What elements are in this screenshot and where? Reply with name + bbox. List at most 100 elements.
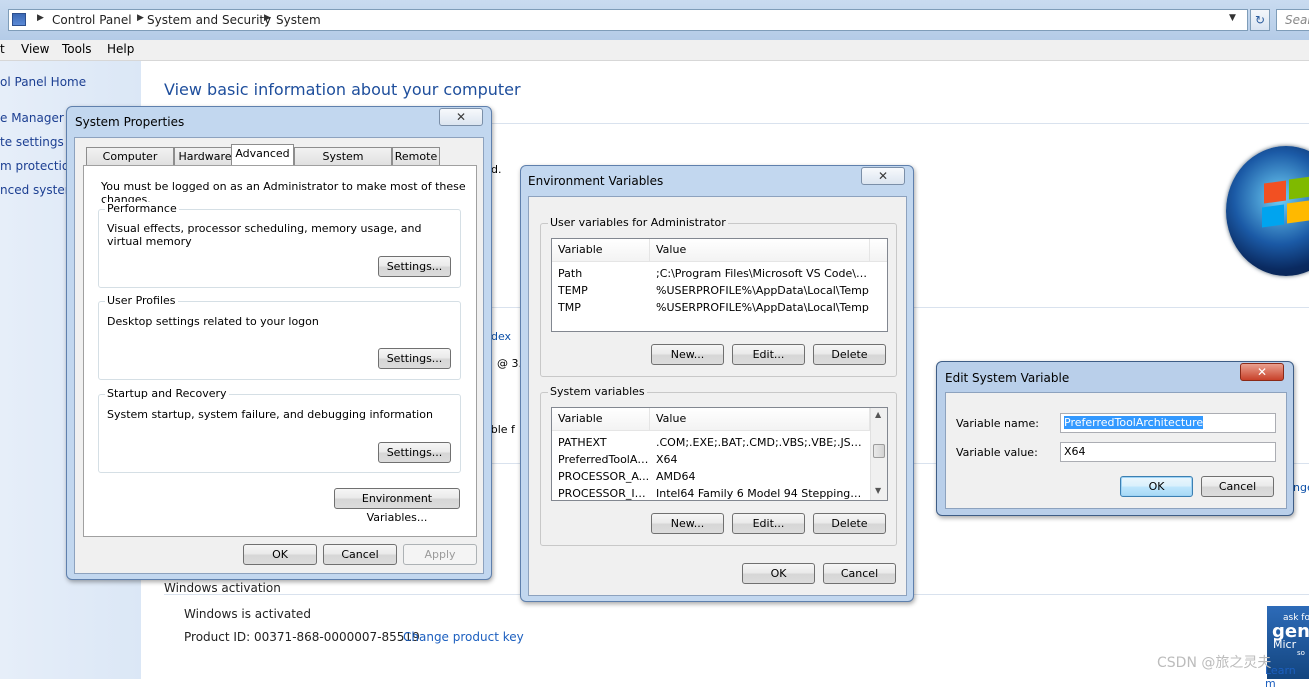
ok-button[interactable]: OK [243,544,317,565]
advanced-system-settings-link[interactable]: nced system [0,183,76,197]
variable-name-label: Variable name: [956,417,1039,430]
cancel-button[interactable]: Cancel [823,563,896,584]
menu-edit[interactable]: t [0,42,5,56]
learn-more-link[interactable]: Learn m [1265,664,1309,690]
variable-value-field[interactable]: X64 [1060,442,1276,462]
device-manager-link[interactable]: e Manager [0,111,64,125]
system-variables-label: System variables [548,385,647,398]
column-header-variable[interactable]: Variable [552,239,650,261]
performance-settings-button[interactable]: Settings... [378,256,451,277]
close-button[interactable]: ✕ [861,167,905,185]
breadcrumb-system-and-security[interactable]: System and Security [147,13,271,27]
control-panel-home-link[interactable]: ol Panel Home [0,75,86,89]
dialog-body: Computer Name Hardware Advanced System P… [74,137,484,574]
variable-name-cell: PROCESSOR_ID... [558,487,650,500]
user-new-button[interactable]: New... [651,344,724,365]
user-profiles-settings-button[interactable]: Settings... [378,348,451,369]
variable-name-cell: TEMP [558,284,588,297]
search-input[interactable]: Sear [1276,9,1309,31]
user-profiles-description: Desktop settings related to your logon [107,315,319,328]
menu-tools[interactable]: Tools [62,42,92,56]
tab-advanced[interactable]: Advanced [231,144,294,165]
breadcrumb-control-panel[interactable]: Control Panel [52,13,132,27]
apply-button[interactable]: Apply [403,544,477,565]
vertical-scrollbar[interactable]: ▲ ▼ [870,408,887,500]
dialog-body: Variable name: PreferredToolArchitecture… [945,392,1287,509]
list-header: Variable Value [552,239,887,262]
close-icon: ✕ [1256,365,1268,379]
table-row[interactable]: PATHEXT .COM;.EXE;.BAT;.CMD;.VBS;.VBE;.J… [552,434,870,451]
chevron-right-icon[interactable]: ▶ [137,13,144,23]
refresh-icon: ↻ [1254,13,1266,27]
dialog-title: Edit System Variable [945,371,1070,385]
flag-green [1289,176,1309,200]
system-delete-button[interactable]: Delete [813,513,886,534]
selected-text: PreferredToolArchitecture [1064,416,1204,429]
refresh-button[interactable]: ↻ [1250,9,1270,31]
variable-value-cell: X64 [656,453,678,466]
flag-red [1264,180,1286,204]
table-row[interactable]: TMP %USERPROFILE%\AppData\Local\Temp [552,299,887,316]
column-header-variable[interactable]: Variable [552,408,650,430]
system-variables-group: System variables Variable Value PATHEXT … [540,385,897,546]
table-row[interactable]: PreferredToolAr... X64 [552,451,870,468]
close-icon: ✕ [455,110,467,124]
change-settings-link-fragment[interactable]: nge [1293,481,1309,494]
table-row[interactable]: Path ;C:\Program Files\Microsoft VS Code… [552,265,887,282]
variable-name-cell: PROCESSOR_A... [558,470,650,483]
scroll-down-icon[interactable]: ▼ [875,486,881,495]
scroll-thumb[interactable] [873,444,885,458]
menu-view[interactable]: View [21,42,49,56]
breadcrumb[interactable]: ▶ Control Panel ▶ System and Security ▶ … [8,9,1248,31]
close-button[interactable]: ✕ [1240,363,1284,381]
table-row[interactable]: PROCESSOR_A... AMD64 [552,468,870,485]
variable-value-cell: ;C:\Program Files\Microsoft VS Code\bin [656,267,870,280]
performance-label: Performance [105,202,179,215]
tab-hardware[interactable]: Hardware [174,147,236,165]
variable-value-cell: AMD64 [656,470,696,483]
menu-help[interactable]: Help [107,42,134,56]
flag-blue [1262,204,1284,228]
table-row[interactable]: TEMP %USERPROFILE%\AppData\Local\Temp [552,282,887,299]
tab-computer-name[interactable]: Computer Name [86,147,174,180]
variable-name-cell: TMP [558,301,581,314]
ok-button[interactable]: OK [1120,476,1193,497]
scroll-up-icon[interactable]: ▲ [875,410,881,419]
startup-recovery-group: Startup and Recovery System startup, sys… [98,387,461,473]
user-edit-button[interactable]: Edit... [732,344,805,365]
column-header-value[interactable]: Value [650,408,870,430]
tab-remote[interactable]: Remote [392,147,440,165]
variable-value-label: Variable value: [956,446,1038,459]
address-bar: ▶ Control Panel ▶ System and Security ▶ … [0,0,1309,40]
dialog-title: Environment Variables [528,174,664,188]
experience-index-link-fragment[interactable]: dex [491,330,511,343]
chevron-down-icon[interactable]: ▼ [1229,13,1236,23]
chevron-right-icon[interactable]: ▶ [264,13,271,23]
system-variables-list[interactable]: Variable Value PATHEXT .COM;.EXE;.BAT;.C… [551,407,888,501]
change-product-key-link[interactable]: Change product key [403,630,524,644]
system-edit-button[interactable]: Edit... [732,513,805,534]
breadcrumb-system[interactable]: System [276,13,321,27]
watermark: CSDN @旅之灵夫 [1157,655,1272,671]
chevron-right-icon[interactable]: ▶ [37,13,44,23]
startup-recovery-settings-button[interactable]: Settings... [378,442,451,463]
remote-settings-link[interactable]: te settings [0,135,64,149]
column-header-value[interactable]: Value [650,239,870,261]
close-button[interactable]: ✕ [439,108,483,126]
activation-status: Windows is activated [184,607,311,621]
advanced-tab-panel: You must be logged on as an Administrato… [83,165,477,537]
ok-button[interactable]: OK [742,563,815,584]
system-properties-dialog: System Properties ✕ Computer Name Hardwa… [66,106,492,580]
cancel-button[interactable]: Cancel [1201,476,1274,497]
user-delete-button[interactable]: Delete [813,344,886,365]
table-row[interactable]: PROCESSOR_ID... Intel64 Family 6 Model 9… [552,485,870,500]
tab-system-protection[interactable]: System Protection [294,147,392,180]
environment-variables-button[interactable]: Environment Variables... [334,488,460,524]
system-new-button[interactable]: New... [651,513,724,534]
cancel-button[interactable]: Cancel [323,544,397,565]
variable-name-cell: PATHEXT [558,436,607,449]
variable-name-field[interactable]: PreferredToolArchitecture [1060,413,1276,433]
list-header: Variable Value [552,408,870,431]
user-variables-list[interactable]: Variable Value Path ;C:\Program Files\Mi… [551,238,888,332]
variable-name-cell: Path [558,267,583,280]
